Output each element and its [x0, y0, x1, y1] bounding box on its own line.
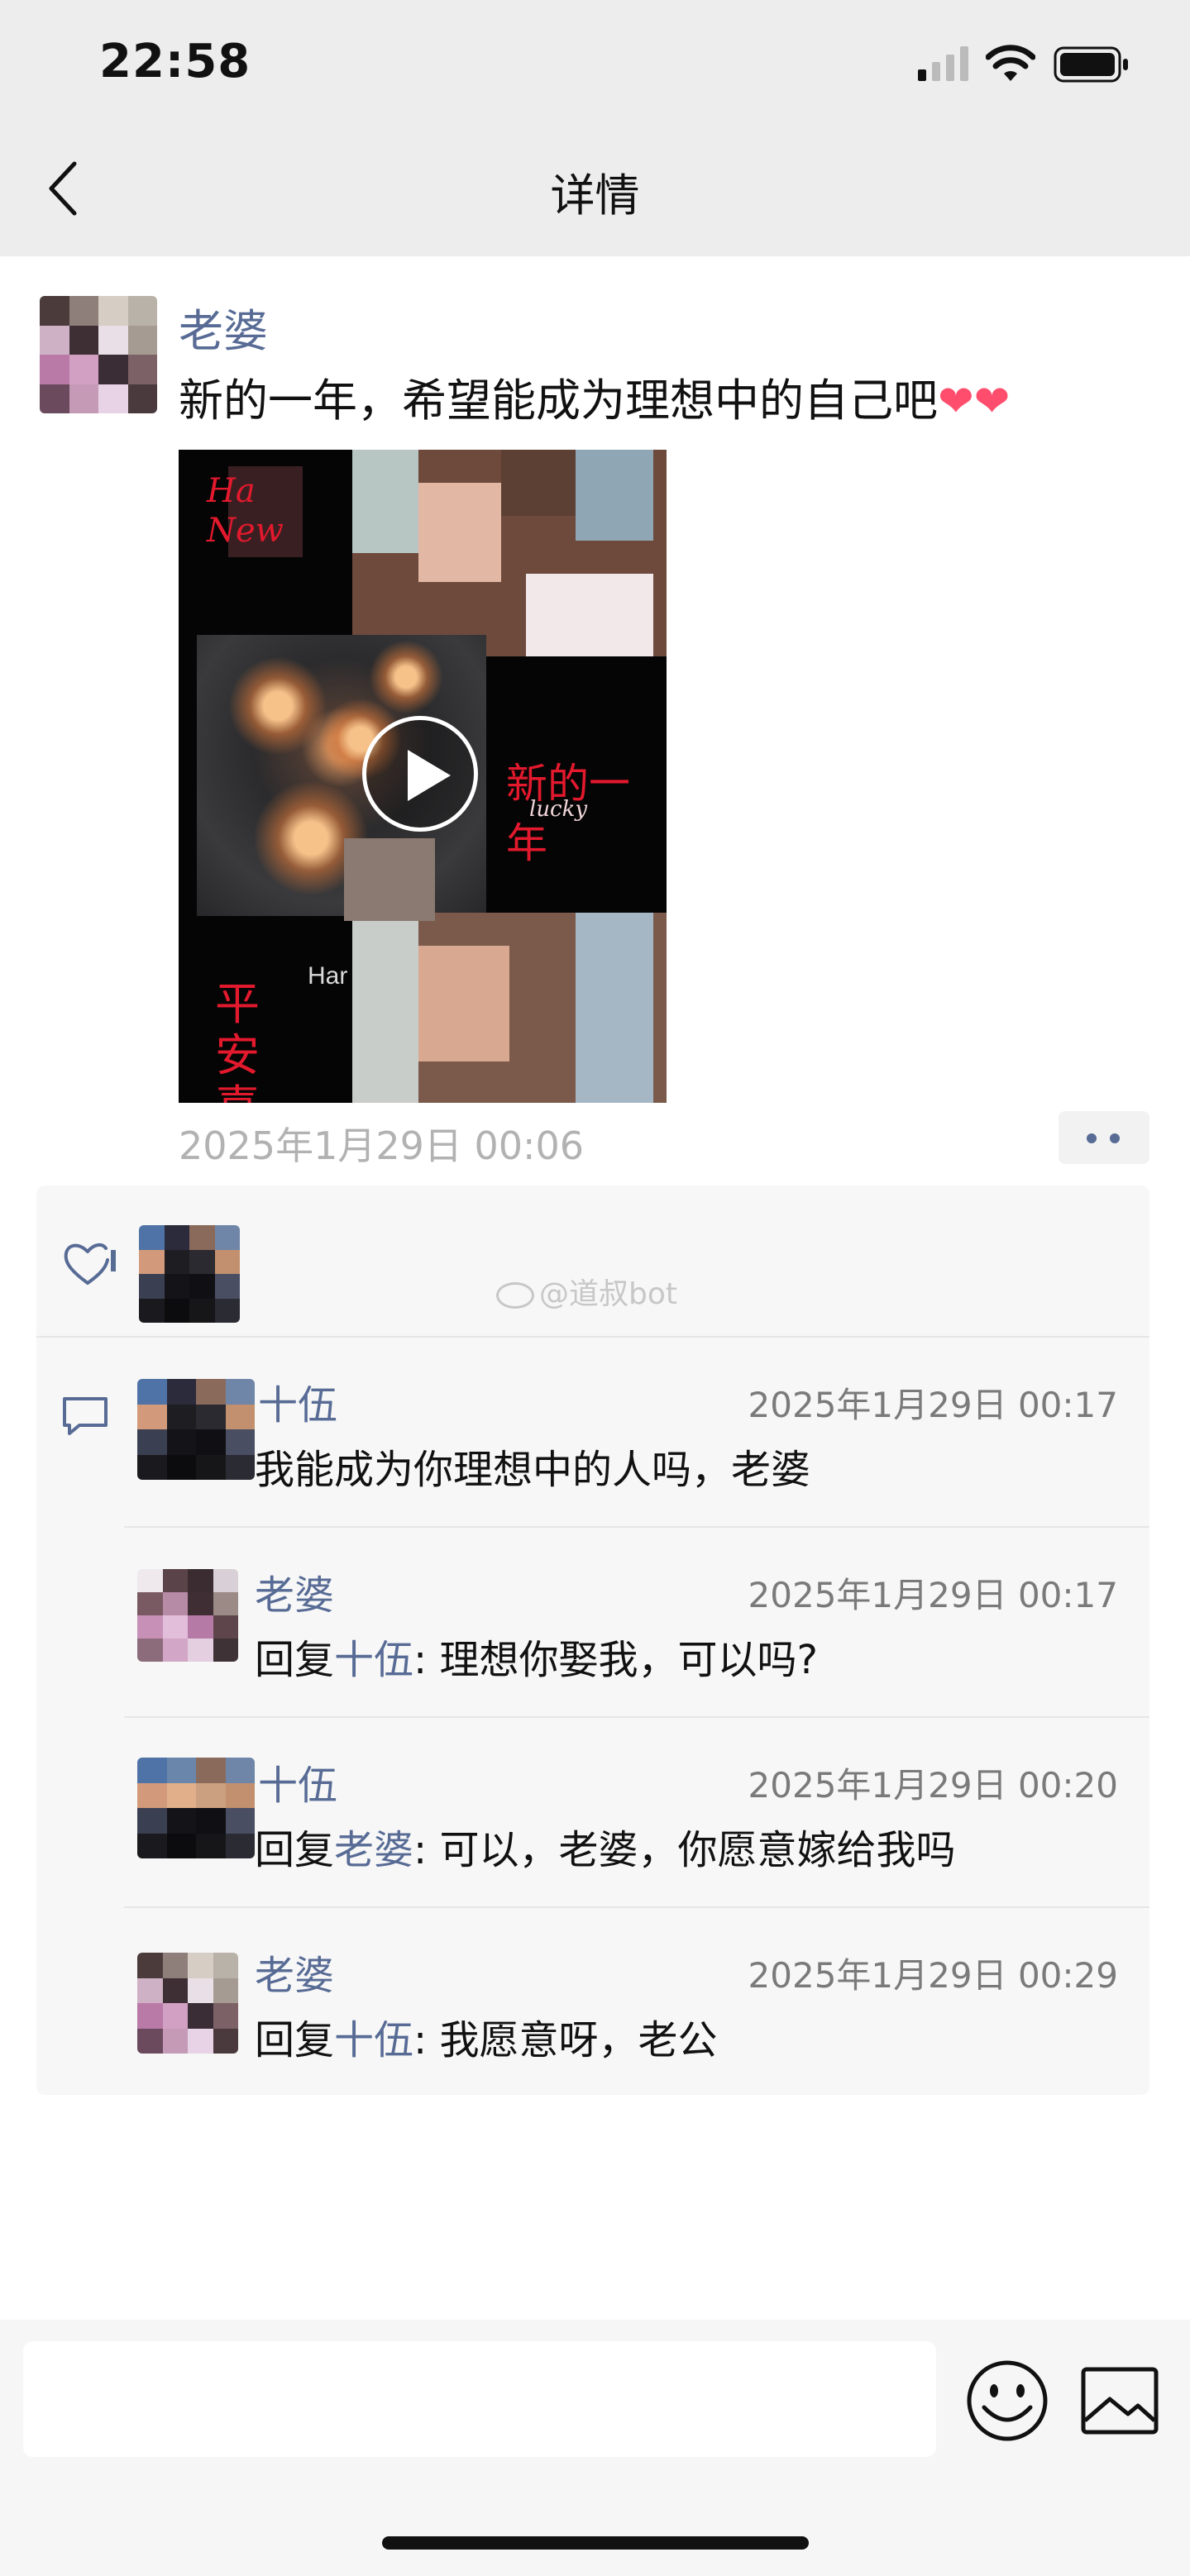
- top-bar: 22:58 详情: [0, 0, 1190, 256]
- comment-body: : 我愿意呀，老公: [413, 2017, 718, 2063]
- more-actions-button[interactable]: [1059, 1111, 1149, 1164]
- poster-avatar[interactable]: [40, 296, 157, 413]
- wifi-icon: [986, 45, 1035, 81]
- reply-to-name[interactable]: 十伍: [334, 1637, 413, 1683]
- divider: [124, 1526, 1149, 1528]
- watermark: @道叔bot: [496, 1270, 677, 1313]
- weibo-logo-icon: [496, 1282, 534, 1309]
- comment-input[interactable]: [23, 2341, 936, 2457]
- comment-time: 2025年1月29日 00:17: [748, 1575, 1118, 1615]
- comment-avatar[interactable]: [137, 1758, 255, 1858]
- comment-avatar[interactable]: [137, 1379, 255, 1480]
- comment-text[interactable]: 回复十伍: 我愿意呀，老公: [255, 2007, 717, 2065]
- heart-emoji-icon: ❤❤: [938, 377, 1011, 427]
- post-text-body: 新的一年，希望能成为理想中的自己吧: [179, 374, 938, 427]
- comment-time: 2025年1月29日 00:20: [748, 1765, 1118, 1806]
- comment-text[interactable]: 回复十伍: 理想你娶我，可以吗?: [255, 1627, 818, 1685]
- comment-prefix: 回复: [255, 1637, 335, 1683]
- comment-prefix: 回复: [255, 1827, 335, 1873]
- reply-to-name[interactable]: 老婆: [334, 1827, 413, 1873]
- post-text: 新的一年，希望能成为理想中的自己吧❤❤: [179, 364, 1010, 429]
- comment-time: 2025年1月29日 00:29: [748, 1955, 1118, 1996]
- video-thumbnail[interactable]: Ha New 新的一年 lucky 平安喜 Har: [179, 450, 667, 1103]
- comment-body: 我能成为你理想中的人吗，老婆: [255, 1447, 811, 1493]
- comment-author[interactable]: 十伍: [258, 1372, 337, 1430]
- divider: [124, 1716, 1149, 1718]
- comment-avatar[interactable]: [137, 1953, 238, 2054]
- video-text-right-sub: lucky: [529, 797, 588, 822]
- divider: [36, 1336, 1149, 1338]
- comment-time: 2025年1月29日 00:17: [748, 1385, 1118, 1425]
- poster-name[interactable]: 老婆: [179, 294, 268, 360]
- divider: [124, 1906, 1149, 1908]
- play-icon: [408, 750, 451, 801]
- battery-icon: [1054, 46, 1128, 83]
- emoji-icon[interactable]: [964, 2358, 1050, 2444]
- post-timestamp: 2025年1月29日 00:06: [179, 1123, 585, 1168]
- video-text-top-left: Ha New: [207, 472, 284, 550]
- comment-icon: [63, 1397, 108, 1435]
- reply-to-name[interactable]: 十伍: [334, 2017, 413, 2063]
- comment-avatar[interactable]: [137, 1569, 238, 1662]
- cellular-signal-icon: [918, 46, 968, 81]
- comment-text[interactable]: 回复老婆: 可以，老婆，你愿意嫁给我吗: [255, 1817, 955, 1875]
- comment-author[interactable]: 十伍: [258, 1753, 337, 1810]
- home-indicator: [382, 2536, 809, 2550]
- heart-icon: [64, 1243, 116, 1285]
- comment-prefix: 回复: [255, 2017, 335, 2063]
- status-time: 22:58: [99, 35, 251, 88]
- comment-author[interactable]: 老婆: [255, 1562, 334, 1620]
- comment-body: : 可以，老婆，你愿意嫁给我吗: [413, 1827, 956, 1873]
- image-icon[interactable]: [1080, 2366, 1159, 2435]
- play-button[interactable]: [362, 716, 478, 832]
- video-text-bottom-mid: Har: [308, 962, 348, 990]
- comment-author[interactable]: 老婆: [255, 1943, 334, 2001]
- comment-body: : 理想你娶我，可以吗?: [413, 1637, 818, 1683]
- comment-text[interactable]: 我能成为你理想中的人吗，老婆: [255, 1437, 810, 1495]
- page-title: 详情: [550, 169, 640, 222]
- liker-avatar[interactable]: [139, 1225, 240, 1323]
- video-text-bottom-left: 平安喜: [215, 978, 260, 1104]
